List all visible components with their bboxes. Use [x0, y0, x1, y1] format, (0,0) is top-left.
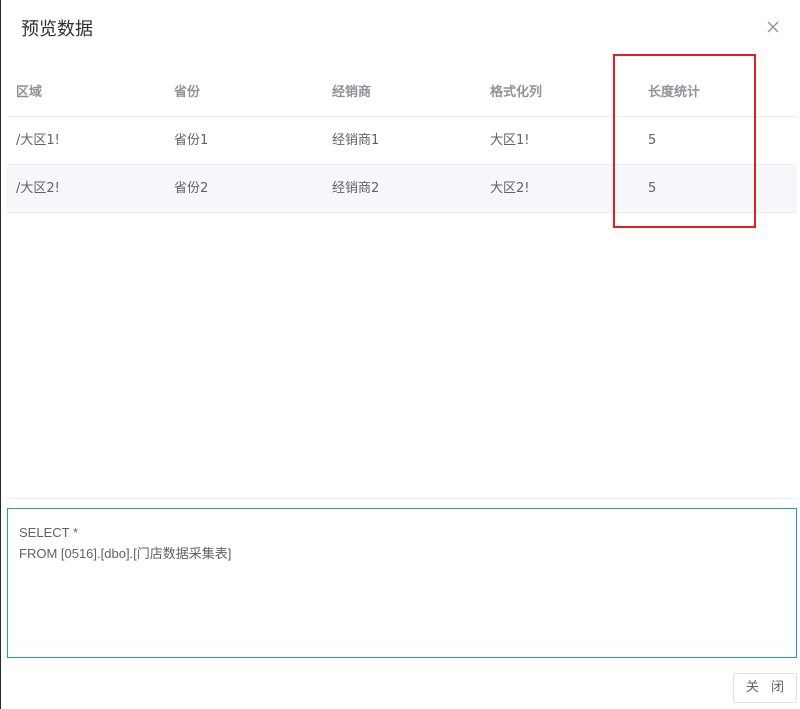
dialog-title: 预览数据 [21, 19, 93, 40]
table-cell: 5 [648, 133, 657, 148]
preview-data-dialog: 预览数据 区域 省份 经销商 格式化列 长度统计 /大区1! 省份1 经销商1 … [0, 0, 800, 709]
table-cell: 5 [648, 181, 657, 196]
table-row[interactable]: /大区1! 省份1 经销商1 大区1! 5 [7, 117, 797, 165]
column-header-dealer[interactable]: 经销商 [332, 69, 371, 117]
table-cell: 省份1 [174, 133, 209, 148]
sql-line: FROM [0516].[dbo].[门店数据采集表] [19, 546, 232, 561]
divider [7, 498, 797, 499]
sql-editor[interactable]: SELECT * FROM [0516].[dbo].[门店数据采集表] [7, 508, 797, 658]
table-cell: 省份2 [174, 181, 209, 196]
table-cell: 大区1! [490, 133, 530, 148]
sql-line: SELECT * [19, 525, 79, 540]
close-icon[interactable] [764, 18, 782, 36]
column-header-region[interactable]: 区域 [16, 69, 42, 117]
table-cell: /大区1! [16, 133, 60, 148]
table-cell: 经销商2 [332, 181, 380, 196]
table-cell: 经销商1 [332, 133, 380, 148]
column-header-province[interactable]: 省份 [174, 69, 200, 117]
close-button[interactable]: 关 闭 [733, 673, 797, 703]
table-header: 区域 省份 经销商 格式化列 长度统计 [7, 69, 797, 117]
table-cell: /大区2! [16, 181, 60, 196]
table-cell: 大区2! [490, 181, 530, 196]
column-header-formatted[interactable]: 格式化列 [490, 69, 542, 117]
table-row[interactable]: /大区2! 省份2 经销商2 大区2! 5 [7, 165, 797, 213]
preview-table: 区域 省份 经销商 格式化列 长度统计 /大区1! 省份1 经销商1 大区1! … [7, 69, 797, 213]
column-header-length-count[interactable]: 长度统计 [648, 69, 700, 117]
